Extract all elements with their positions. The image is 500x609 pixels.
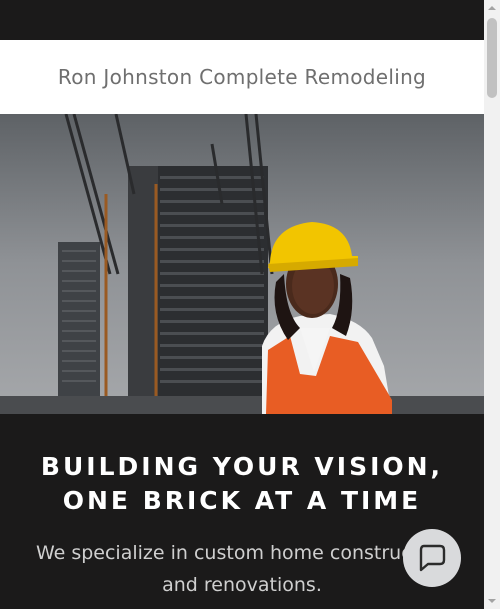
headline-line-2: ONE BRICK AT A TIME [62, 486, 422, 515]
hero-image [0, 114, 484, 414]
vertical-scrollbar[interactable] [484, 0, 500, 609]
chat-bubble-icon [419, 544, 446, 572]
headline-line-1: BUILDING YOUR VISION, [40, 452, 444, 481]
scrollbar-thumb[interactable] [487, 18, 497, 98]
top-bar [0, 0, 484, 40]
site-title[interactable]: Ron Johnston Complete Remodeling [58, 65, 426, 89]
scroll-up-arrow-icon[interactable] [484, 0, 500, 16]
hero-content: BUILDING YOUR VISION, ONE BRICK AT A TIM… [0, 414, 484, 609]
chat-button[interactable] [403, 529, 461, 587]
headline: BUILDING YOUR VISION, ONE BRICK AT A TIM… [0, 450, 484, 518]
site-header: Ron Johnston Complete Remodeling [0, 40, 484, 114]
scroll-down-arrow-icon[interactable] [484, 593, 500, 609]
